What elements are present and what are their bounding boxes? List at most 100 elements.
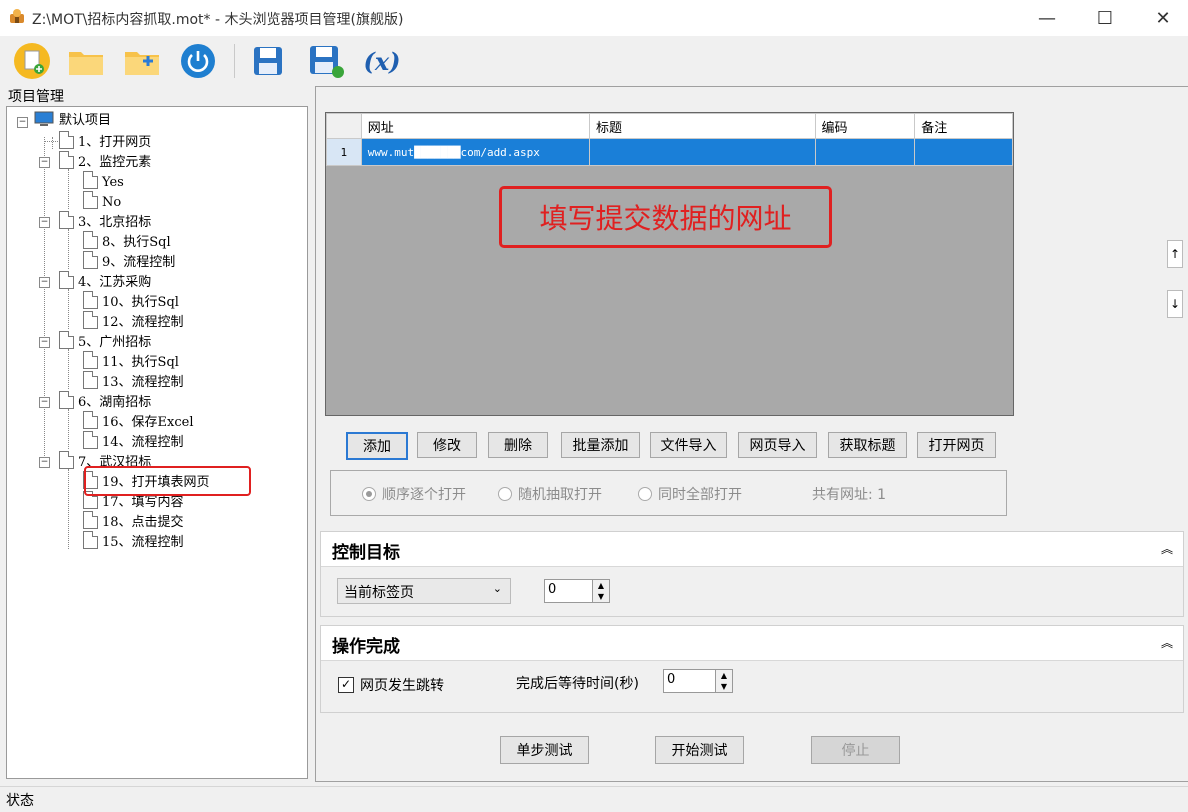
add-button[interactable]: 添加 xyxy=(346,432,408,460)
tree-node[interactable]: 14、流程控制 xyxy=(83,431,184,450)
tree-node[interactable]: 18、点击提交 xyxy=(83,511,184,530)
checkbox-label: 网页发生跳转 xyxy=(360,678,444,694)
collapse-toggle[interactable]: − xyxy=(17,117,28,128)
maximize-button[interactable]: ☐ xyxy=(1082,4,1128,32)
tree-node[interactable]: 8、执行Sql xyxy=(83,231,171,250)
table-row[interactable]: 1 www.mut███████com/add.aspx xyxy=(326,138,1013,166)
row-header-corner xyxy=(326,113,362,139)
tree-root-node[interactable]: 默认项目 xyxy=(34,111,111,129)
tree-node[interactable]: 2、监控元素 xyxy=(59,151,152,170)
save-button[interactable] xyxy=(248,41,288,81)
radio-label: 顺序逐个打开 xyxy=(382,487,466,503)
collapse-toggle[interactable]: − xyxy=(39,157,50,168)
column-header-encoding[interactable]: 编码 xyxy=(814,113,916,139)
document-icon xyxy=(59,131,74,149)
close-button[interactable]: ✕ xyxy=(1140,4,1186,32)
tree-node-label: 2、监控元素 xyxy=(78,155,152,170)
project-tree[interactable]: − 默认项目 1、打开网页 − 2、监控元素 Yes No − 3、北京招标 8… xyxy=(6,106,308,779)
file-import-button[interactable]: 文件导入 xyxy=(650,432,727,458)
app-icon xyxy=(8,8,26,26)
tree-node[interactable]: 6、湖南招标 xyxy=(59,391,152,410)
column-header-title[interactable]: 标题 xyxy=(588,113,816,139)
stepper-buttons[interactable]: ▲ ▼ xyxy=(592,580,609,602)
tree-node[interactable]: 5、广州招标 xyxy=(59,331,151,350)
collapse-toggle[interactable]: − xyxy=(39,397,50,408)
new-project-button[interactable] xyxy=(12,41,52,81)
save-as-button[interactable] xyxy=(306,41,346,81)
document-icon xyxy=(83,311,98,329)
radio-label: 同时全部打开 xyxy=(658,487,742,503)
start-test-button[interactable]: 开始测试 xyxy=(655,736,744,764)
collapse-toggle[interactable]: − xyxy=(39,277,50,288)
open-project-button[interactable] xyxy=(66,41,106,81)
tree-node[interactable]: 16、保存Excel xyxy=(83,411,194,430)
new-document-icon xyxy=(14,43,50,79)
tree-node[interactable]: 4、江苏采购 xyxy=(59,271,151,290)
tree-node[interactable]: 11、执行Sql xyxy=(83,351,179,370)
batch-add-button[interactable]: 批量添加 xyxy=(561,432,640,458)
stepper-buttons[interactable]: ▲ ▼ xyxy=(715,670,732,692)
cell-title[interactable] xyxy=(588,138,816,166)
section-header[interactable]: 控制目标 ︽ xyxy=(321,532,1183,567)
tab-index-stepper[interactable]: 0 ▲ ▼ xyxy=(544,579,610,603)
document-icon xyxy=(59,151,74,169)
stop-button: 停止 xyxy=(811,736,900,764)
document-icon xyxy=(83,351,98,369)
column-header-url[interactable]: 网址 xyxy=(360,113,590,139)
collapse-toggle[interactable]: − xyxy=(39,457,50,468)
tree-node[interactable]: 13、流程控制 xyxy=(83,371,184,390)
tree-node[interactable]: 9、流程控制 xyxy=(83,251,176,270)
tree-node-label: Yes xyxy=(102,175,124,190)
radio-sequential[interactable]: 顺序逐个打开 xyxy=(362,484,466,504)
tree-node[interactable]: 12、流程控制 xyxy=(83,311,184,330)
window-title: Z:\MOT\招标内容抓取.mot* - 木头浏览器项目管理(旗舰版) xyxy=(32,12,404,28)
collapse-toggle[interactable]: − xyxy=(39,217,50,228)
collapse-icon[interactable]: ︽ xyxy=(1161,634,1173,651)
radio-icon xyxy=(638,487,652,501)
page-jump-checkbox[interactable]: ✓ 网页发生跳转 xyxy=(338,675,444,695)
tree-node-label: 15、流程控制 xyxy=(102,535,184,550)
tree-node[interactable]: 3、北京招标 xyxy=(59,211,151,230)
tree-node-label: 11、执行Sql xyxy=(102,355,179,370)
wait-time-label: 完成后等待时间(秒) xyxy=(516,676,639,692)
move-up-button[interactable]: ↑ xyxy=(1167,240,1183,268)
radio-random[interactable]: 随机抽取打开 xyxy=(498,484,602,504)
tree-node[interactable]: No xyxy=(83,191,122,210)
collapse-toggle[interactable]: − xyxy=(39,337,50,348)
tree-node-label: 6、湖南招标 xyxy=(78,395,152,410)
tab-select[interactable]: 当前标签页 ⌄ xyxy=(337,578,511,604)
cell-url[interactable]: www.mut███████com/add.aspx xyxy=(360,138,590,166)
get-title-button[interactable]: 获取标题 xyxy=(828,432,907,458)
computer-icon xyxy=(34,111,54,126)
operation-complete-section: 操作完成 ︽ xyxy=(320,625,1184,713)
section-header[interactable]: 操作完成 ︽ xyxy=(321,626,1183,661)
tree-node[interactable]: 15、流程控制 xyxy=(83,531,184,550)
add-folder-button[interactable] xyxy=(122,41,162,81)
tree-node[interactable]: 10、执行Sql xyxy=(83,291,179,310)
web-import-button[interactable]: 网页导入 xyxy=(738,432,817,458)
wait-time-stepper[interactable]: 0 ▲ ▼ xyxy=(663,669,733,693)
power-button[interactable] xyxy=(178,41,218,81)
url-grid[interactable]: 网址 标题 编码 备注 1 www.mut███████com/add.aspx xyxy=(325,112,1014,416)
tree-node-label: No xyxy=(102,195,122,210)
stepper-value: 0 xyxy=(667,672,676,687)
move-down-button[interactable]: ↓ xyxy=(1167,290,1183,318)
tree-node[interactable]: Yes xyxy=(83,171,124,190)
delete-button[interactable]: 删除 xyxy=(488,432,548,458)
minimize-button[interactable]: — xyxy=(1024,4,1070,32)
variable-button[interactable]: (x) xyxy=(362,41,402,81)
column-header-note[interactable]: 备注 xyxy=(914,113,1013,139)
collapse-icon[interactable]: ︽ xyxy=(1161,540,1173,557)
step-test-button[interactable]: 单步测试 xyxy=(500,736,589,764)
status-bar: 状态 xyxy=(0,786,1188,812)
open-page-button[interactable]: 打开网页 xyxy=(917,432,996,458)
document-icon xyxy=(83,291,98,309)
cell-encoding[interactable] xyxy=(814,138,916,166)
tree-node-label: 9、流程控制 xyxy=(102,255,176,270)
cell-note[interactable] xyxy=(914,138,1013,166)
edit-button[interactable]: 修改 xyxy=(417,432,477,458)
radio-icon xyxy=(498,487,512,501)
radio-all[interactable]: 同时全部打开 xyxy=(638,484,742,504)
tree-node[interactable]: 1、打开网页 xyxy=(59,131,151,150)
chevron-down-icon: ⌄ xyxy=(492,582,502,595)
